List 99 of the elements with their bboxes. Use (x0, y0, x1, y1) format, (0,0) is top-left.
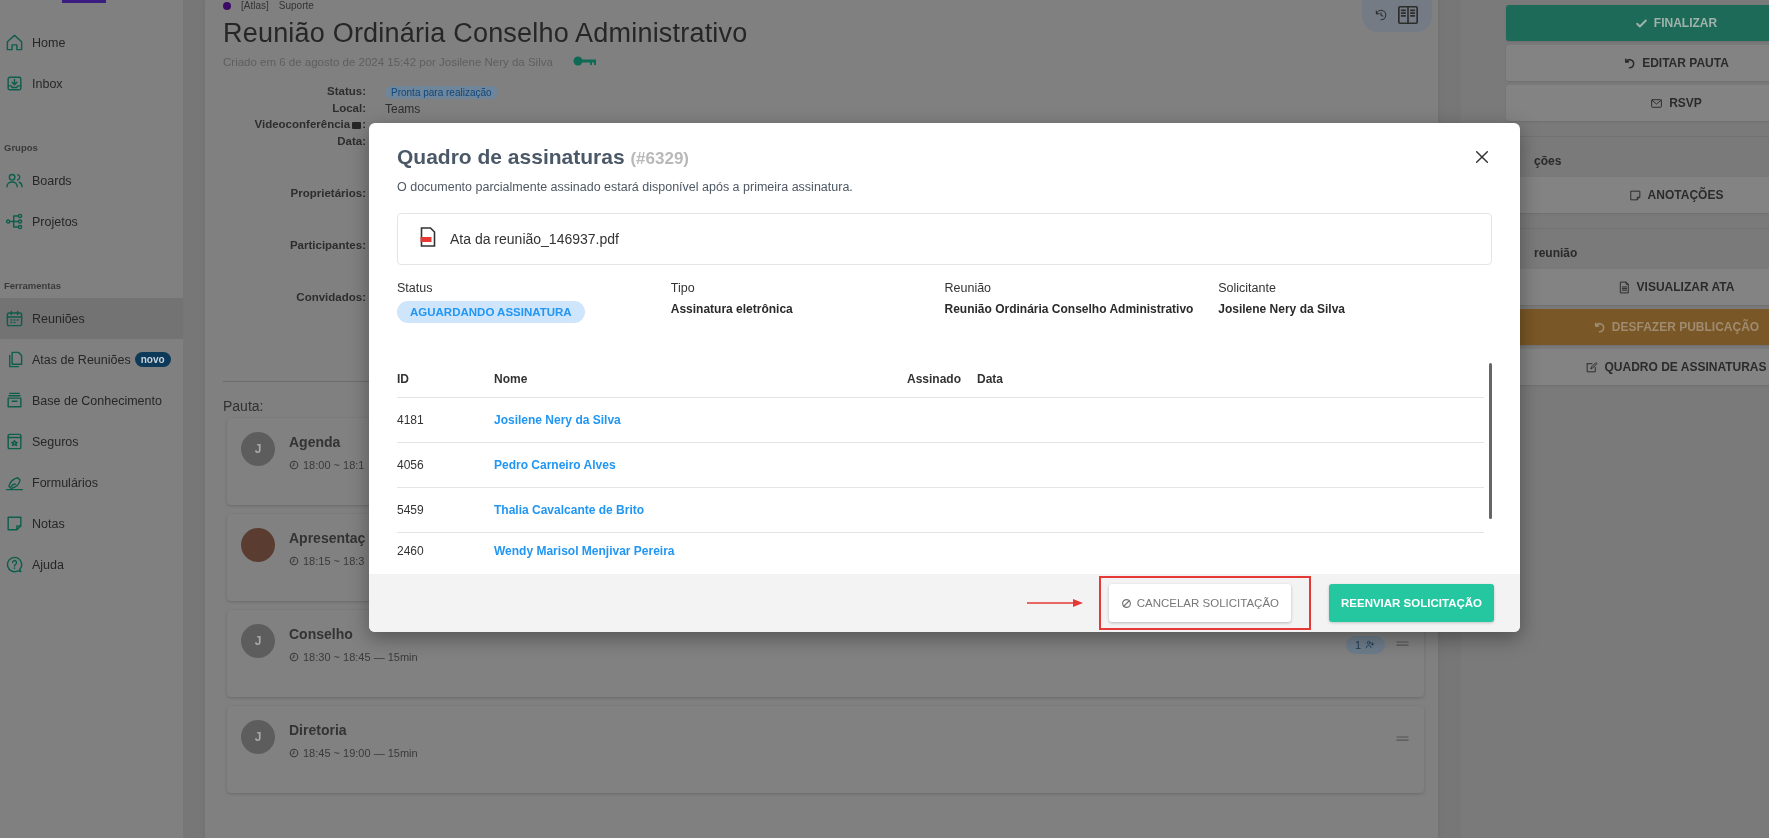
field-label: Videoconferência (254, 118, 351, 130)
camera-icon (352, 122, 362, 129)
field-label: Status: (327, 85, 366, 97)
field-label: Proprietários: (290, 186, 366, 199)
column-header: Assinado (907, 361, 977, 398)
table-cell: 5459 (397, 487, 494, 533)
info-value: Josilene Nery da Silva (1218, 302, 1346, 316)
signer-link[interactable]: Pedro Carneiro Alves (494, 458, 616, 472)
field-label: Participantes: (289, 238, 366, 251)
agenda-title: Agenda (289, 433, 341, 450)
book-icon (1396, 4, 1420, 26)
meeting-title: Reunião Ordinária Conselho Administrativo (223, 18, 749, 49)
time-range: 18:00 ~ 18:1 (303, 458, 365, 471)
action-button[interactable]: RSVP (1506, 85, 1769, 121)
dialog-description: O documento parcialmente assinado estará disponível após a primeira assinatura. (397, 180, 854, 194)
undo-icon (1623, 56, 1637, 70)
users-icon (5, 171, 24, 190)
avatar: J (241, 431, 275, 466)
info-label: Reunião (944, 281, 993, 295)
signer-link[interactable]: Wendy Marisol Menjivar Pereira (494, 544, 675, 558)
signer-link[interactable]: Thalia Cavalcante de Brito (494, 503, 645, 517)
table-cell: 2460 (397, 532, 494, 569)
home-icon (5, 33, 24, 52)
photo-placeholder (241, 527, 275, 562)
action-button[interactable]: EDITAR PAUTA (1506, 45, 1769, 81)
mail-icon (1650, 96, 1664, 110)
sidebar-item[interactable]: Home (0, 22, 183, 63)
close-icon (1474, 149, 1490, 165)
column-header: ID (397, 361, 494, 398)
undo-icon (1592, 320, 1606, 334)
sidebar-item[interactable]: Seguros (0, 421, 183, 462)
inbox-icon (5, 74, 24, 93)
field-label: Local: (332, 101, 366, 114)
agenda-title: Conselho (289, 625, 353, 642)
participant-count: 1 (1345, 635, 1385, 654)
action-button[interactable]: REENVIAR SOLICITAÇÃO (1329, 584, 1494, 622)
breadcrumb-item[interactable]: Suporte (278, 0, 314, 11)
add-person-icon (1365, 639, 1376, 650)
avatar: J (241, 719, 275, 754)
annotation-arrow (1026, 599, 1083, 607)
history-button[interactable] (1362, 0, 1432, 32)
document-icon (1617, 280, 1631, 294)
field-value: Teams (385, 101, 421, 116)
info-value: Reunião Ordinária Conselho Administrativo (944, 302, 1195, 316)
action-button[interactable]: FINALIZAR (1506, 5, 1769, 41)
section-heading: Ferramentas (3, 280, 63, 293)
status-badge: AGUARDANDO ASSINATURA (397, 301, 585, 323)
agenda-title: Apresentaç (289, 529, 366, 546)
calendar-icon (5, 309, 24, 328)
section-heading: Grupos (3, 142, 39, 155)
table-cell: 4056 (397, 442, 494, 488)
time-range: 18:15 ~ 18:3 (303, 554, 365, 567)
sidebar-item[interactable]: Inbox (0, 63, 183, 104)
status-dot (223, 1, 231, 10)
file-name: Ata da reunião_146937.pdf (450, 231, 619, 247)
edit-icon (1585, 360, 1599, 374)
section-heading: Pauta: (223, 397, 265, 414)
sidebar-item[interactable]: Projetos (0, 201, 183, 242)
sidebar-item[interactable]: Base de Conhecimento (0, 380, 183, 421)
info-value: Assinatura eletrônica (670, 302, 794, 316)
new-badge: novo (134, 352, 171, 367)
note-icon (5, 514, 24, 533)
status-badge: Pronta para realização (385, 86, 498, 99)
sidebar-item[interactable]: Reuniões (0, 298, 183, 339)
column-header: Data (977, 361, 1484, 398)
action-button[interactable]: CANCELAR SOLICITAÇÃO (1108, 584, 1291, 622)
archive-icon (5, 391, 24, 410)
sidebar-item[interactable]: Boards (0, 160, 183, 201)
history-icon (1374, 8, 1388, 22)
field-label: Convidados: (296, 290, 366, 303)
clock-icon (289, 747, 299, 758)
clock-icon (289, 555, 299, 566)
field-label: : (362, 118, 366, 130)
column-header: Nome (494, 361, 907, 398)
help-icon (5, 555, 24, 574)
info-label: Status (397, 281, 434, 295)
table-cell: 4181 (397, 397, 494, 443)
time-range: 18:45 ~ 19:00 — 15min (303, 746, 418, 759)
clock-icon (289, 459, 299, 470)
signer-link[interactable]: Josilene Nery da Silva (494, 413, 621, 427)
info-label: Solicitante (1218, 281, 1277, 295)
section-heading: reunião (1534, 246, 1579, 260)
note-icon (1628, 188, 1642, 202)
info-label: Tipo (670, 281, 696, 295)
ban-icon (1120, 597, 1132, 609)
sidebar-item[interactable]: Atas de Reuniões novo (0, 339, 183, 380)
sidebar-item[interactable]: Formulários (0, 462, 183, 503)
field-label: Data: (337, 134, 366, 147)
branching-nodes-icon (5, 212, 24, 231)
avatar: J (241, 623, 275, 658)
section-heading: ções (1534, 154, 1563, 168)
time-range: 18:30 ~ 18:45 — 15min (303, 650, 418, 663)
sidebar-item[interactable]: Notas (0, 503, 183, 544)
logo-underline (62, 0, 106, 3)
dialog-title: Quadro de assinaturas (#6329) (397, 145, 690, 169)
clock-icon (289, 651, 299, 662)
breadcrumb-item[interactable]: [Atlas] (241, 0, 269, 11)
sidebar-item[interactable]: Ajuda (0, 544, 183, 585)
agenda-title: Diretoria (289, 721, 347, 738)
